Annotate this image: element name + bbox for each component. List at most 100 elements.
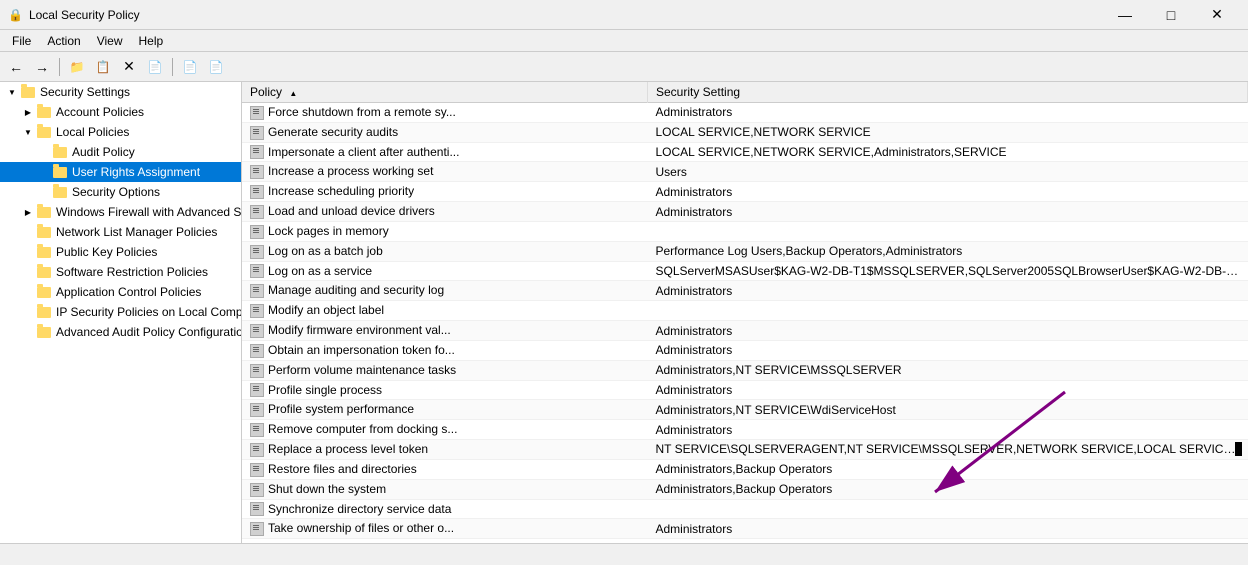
table-row[interactable]: Increase scheduling priorityAdministrato…: [242, 182, 1248, 202]
policy-name: Restore files and directories: [268, 462, 417, 476]
sidebar-item-ip-security[interactable]: IP Security Policies on Local Compute...: [0, 302, 241, 322]
tree-expander-local-policies[interactable]: ▼: [20, 124, 36, 140]
table-row[interactable]: Obtain an impersonation token fo...Admin…: [242, 340, 1248, 360]
open-button[interactable]: 📁: [65, 56, 89, 78]
help-button[interactable]: 📄: [204, 56, 228, 78]
menu-item-view[interactable]: View: [89, 32, 131, 50]
setting-cell: Administrators: [648, 321, 1248, 341]
policy-row-icon: [250, 264, 264, 278]
table-row[interactable]: Perform volume maintenance tasksAdminist…: [242, 360, 1248, 380]
policy-cell: Profile system performance: [242, 400, 648, 420]
table-row[interactable]: Manage auditing and security logAdminist…: [242, 281, 1248, 301]
delete-button[interactable]: ✕: [117, 56, 141, 78]
policy-row-icon: [250, 443, 264, 457]
sidebar-item-user-rights[interactable]: User Rights Assignment: [0, 162, 241, 182]
policy-table[interactable]: Policy ▲ Security Setting Force shutdown…: [242, 82, 1248, 543]
tree-expander-account-policies[interactable]: ▶: [20, 104, 36, 120]
minimize-button[interactable]: —: [1102, 0, 1148, 30]
table-row[interactable]: Generate security auditsLOCAL SERVICE,NE…: [242, 122, 1248, 142]
sidebar-item-software-restriction[interactable]: Software Restriction Policies: [0, 262, 241, 282]
policy-row-icon: [250, 304, 264, 318]
tree-expander-security-settings[interactable]: ▼: [4, 84, 20, 100]
menu-item-file[interactable]: File: [4, 32, 39, 50]
properties-button[interactable]: 📄: [143, 56, 167, 78]
sidebar-label-user-rights: User Rights Assignment: [72, 165, 200, 179]
policy-cell: Increase scheduling priority: [242, 182, 648, 202]
table-row[interactable]: Profile system performance Administrators…: [242, 400, 1248, 420]
table-row[interactable]: Modify firmware environment val...Admini…: [242, 321, 1248, 341]
sidebar-item-advanced-audit[interactable]: Advanced Audit Policy Configuration: [0, 322, 241, 342]
folder-icon-software-restriction: [36, 264, 52, 280]
tree-expander-advanced-audit: [20, 324, 36, 340]
policy-name: Load and unload device drivers: [268, 204, 435, 218]
table-row[interactable]: Shut down the systemAdministrators,Backu…: [242, 479, 1248, 499]
setting-cell: Administrators,NT SERVICE\WdiServiceHost: [648, 400, 1248, 420]
sidebar-label-software-restriction: Software Restriction Policies: [56, 265, 208, 279]
policy-row-icon: [250, 463, 264, 477]
copy-button[interactable]: 📋: [91, 56, 115, 78]
setting-cell: Administrators: [648, 519, 1248, 539]
menu-item-help[interactable]: Help: [131, 32, 172, 50]
sidebar-item-windows-firewall[interactable]: ▶Windows Firewall with Advanced Secu...: [0, 202, 241, 222]
policy-name: Log on as a service: [268, 264, 372, 278]
policy-cell: Load and unload device drivers: [242, 202, 648, 222]
folder-icon-windows-firewall: [36, 204, 52, 220]
forward-button[interactable]: →: [30, 56, 54, 78]
table-row[interactable]: Impersonate a client after authenti...LO…: [242, 142, 1248, 162]
setting-column-header[interactable]: Security Setting: [648, 82, 1248, 103]
maximize-button[interactable]: □: [1148, 0, 1194, 30]
sort-arrow-icon: ▲: [289, 89, 297, 98]
table-row[interactable]: Replace a process level tokenNT SERVICE\…: [242, 440, 1248, 460]
policy-name: Synchronize directory service data: [268, 502, 451, 516]
table-row[interactable]: Increase a process working setUsers: [242, 162, 1248, 182]
sidebar-item-security-settings[interactable]: ▼Security Settings: [0, 82, 241, 102]
export-button[interactable]: 📄: [178, 56, 202, 78]
folder-icon-user-rights: [52, 164, 68, 180]
policy-name: Increase scheduling priority: [268, 184, 414, 198]
table-row[interactable]: Load and unload device driversAdministra…: [242, 202, 1248, 222]
sidebar-label-ip-security: IP Security Policies on Local Compute...: [56, 305, 241, 319]
table-row[interactable]: Profile single processAdministrators: [242, 380, 1248, 400]
sidebar-item-network-list[interactable]: Network List Manager Policies: [0, 222, 241, 242]
sidebar-item-audit-policy[interactable]: Audit Policy: [0, 142, 241, 162]
table-row[interactable]: Log on as a service SQLServerMSASUser$KAG…: [242, 261, 1248, 281]
sidebar-scroll[interactable]: ▼Security Settings▶Account Policies▼Loca…: [0, 82, 241, 543]
policy-column-header[interactable]: Policy ▲: [242, 82, 648, 103]
policy-name: Replace a process level token: [268, 442, 428, 456]
policy-cell: Manage auditing and security log: [242, 281, 648, 301]
sidebar-item-account-policies[interactable]: ▶Account Policies: [0, 102, 241, 122]
menu-item-action[interactable]: Action: [39, 32, 88, 50]
tree-expander-audit-policy: [36, 144, 52, 160]
status-bar: [0, 543, 1248, 565]
table-row[interactable]: Take ownership of files or other o...Adm…: [242, 519, 1248, 539]
policy-name: Shut down the system: [268, 482, 386, 496]
table-row[interactable]: Log on as a batch jobPerformance Log Use…: [242, 241, 1248, 261]
policy-row-icon: [250, 522, 264, 536]
policy-cell: Lock pages in memory: [242, 221, 648, 241]
close-button[interactable]: ✕: [1194, 0, 1240, 30]
folder-icon-security-settings: [20, 84, 36, 100]
table-row[interactable]: Lock pages in memory: [242, 221, 1248, 241]
sidebar-item-local-policies[interactable]: ▼Local Policies: [0, 122, 241, 142]
app-icon: 🔒: [8, 8, 23, 22]
tree-expander-windows-firewall[interactable]: ▶: [20, 204, 36, 220]
back-button[interactable]: ←: [4, 56, 28, 78]
highlighted-account: [1235, 442, 1242, 456]
table-row[interactable]: Remove computer from docking s...Adminis…: [242, 420, 1248, 440]
sidebar-item-app-control[interactable]: Application Control Policies: [0, 282, 241, 302]
sidebar-item-security-options[interactable]: Security Options: [0, 182, 241, 202]
table-row[interactable]: Modify an object label: [242, 301, 1248, 321]
sidebar-label-network-list: Network List Manager Policies: [56, 225, 217, 239]
table-row[interactable]: Force shutdown from a remote sy...Admini…: [242, 103, 1248, 123]
setting-cell: SQLServerMSASUser$KAG-W2-DB-T1$MSSQLSERV…: [648, 261, 1248, 281]
table-row[interactable]: Restore files and directoriesAdministrat…: [242, 459, 1248, 479]
policy-cell: Modify firmware environment val...: [242, 321, 648, 341]
policy-cell: Shut down the system: [242, 479, 648, 499]
folder-icon-account-policies: [36, 104, 52, 120]
sidebar-item-public-key[interactable]: Public Key Policies: [0, 242, 241, 262]
policy-name: Profile system performance: [268, 402, 414, 416]
table-row[interactable]: Synchronize directory service data: [242, 499, 1248, 519]
sidebar-label-app-control: Application Control Policies: [56, 285, 201, 299]
policy-row-icon: [250, 364, 264, 378]
policy-cell: Force shutdown from a remote sy...: [242, 103, 648, 123]
